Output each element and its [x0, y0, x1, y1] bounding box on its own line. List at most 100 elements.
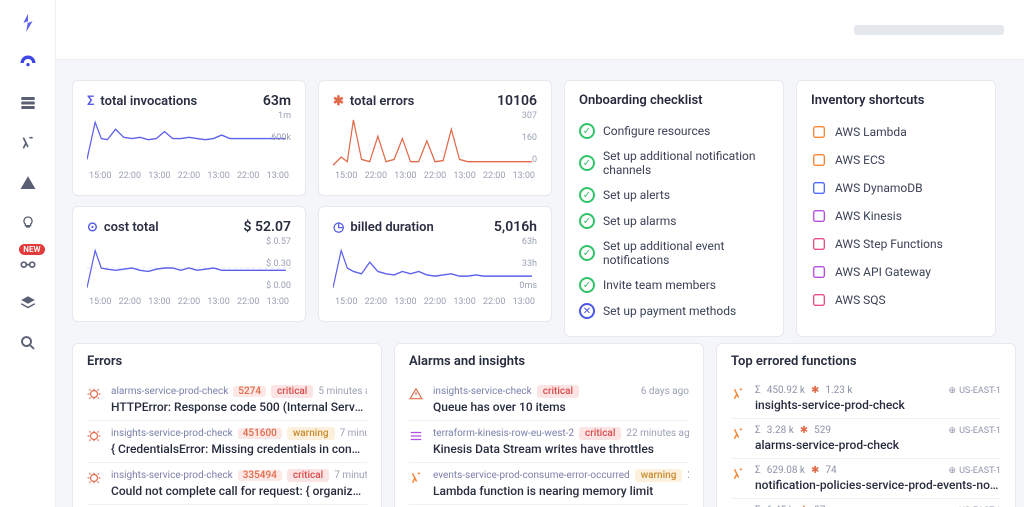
- error-time: 7 minutes ago: [340, 428, 367, 439]
- new-badge: NEW: [19, 244, 44, 255]
- alarm-item[interactable]: events-service-prod-consume-error-occurr…: [409, 462, 689, 504]
- func-stat2: 74: [825, 465, 836, 476]
- nav-search-icon[interactable]: [17, 332, 39, 354]
- alert-icon: [409, 387, 425, 401]
- alarm-item[interactable]: terraform-kinesis-row-eu-west-2critical2…: [409, 420, 689, 462]
- shortcut-item[interactable]: AWS Step Functions: [811, 230, 981, 258]
- shortcut-item[interactable]: AWS SQS: [811, 286, 981, 314]
- func-stat2: 1.23 k: [825, 385, 852, 396]
- check-icon: ✓: [579, 123, 595, 139]
- checklist-item[interactable]: ✓ Set up alerts: [579, 182, 769, 208]
- severity-badge: critical: [287, 469, 329, 482]
- checklist-item[interactable]: ✓ Set up additional event notifications: [579, 234, 769, 272]
- severity-badge: critical: [579, 427, 621, 440]
- metric-card-billed[interactable]: ◷billed duration 5,016h 63h33h0ms 15:002…: [318, 206, 552, 322]
- globe-icon: ⊕: [949, 426, 957, 436]
- check-icon: ✓: [579, 277, 595, 293]
- function-item[interactable]: Σ3.28 k✱529⊕ US-EAST-1 alarms-service-pr…: [731, 418, 1001, 458]
- nav-bulb-icon[interactable]: [17, 212, 39, 234]
- nav-layers-icon[interactable]: [17, 292, 39, 314]
- nav-alert-icon[interactable]: [17, 172, 39, 194]
- nav-servers-icon[interactable]: [17, 92, 39, 114]
- shortcut-label: AWS Kinesis: [835, 209, 902, 223]
- function-item[interactable]: Σ6.45 k✱27⊕ US-EAST-1 metrics-service-pr…: [731, 498, 1001, 507]
- shortcut-item[interactable]: AWS ECS: [811, 146, 981, 174]
- nav-lambda-icon[interactable]: [17, 132, 39, 154]
- metric-card-errors[interactable]: ✱total errors 10106 3071600 15:0022:0013…: [318, 80, 552, 196]
- check-icon: ✓: [579, 187, 595, 203]
- sparkline-invocations: [87, 113, 291, 171]
- error-item[interactable]: insights-service-prod-check335494critica…: [87, 462, 367, 504]
- checklist-label: Set up alerts: [603, 188, 670, 202]
- bug-icon: [87, 387, 103, 401]
- shortcut-label: AWS Step Functions: [835, 237, 943, 251]
- error-time: 7 minutes ago: [334, 470, 367, 481]
- checklist-label: Configure resources: [603, 124, 710, 138]
- metric-card-cost[interactable]: ⊙cost total $ 52.07 $ 0.57$ 0.30$ 0.00 1…: [72, 206, 306, 322]
- x-axis: 15:0022:0013:0022:0013:0022:0013:00: [333, 297, 537, 307]
- error-time: 5 minutes ago: [318, 386, 367, 397]
- nav-glasses-icon[interactable]: NEW: [17, 252, 39, 274]
- onboarding-checklist: Onboarding checklist ✓Configure resource…: [564, 80, 784, 337]
- region-tag: ⊕ US-EAST-1: [949, 466, 1001, 476]
- func-stat2: 529: [814, 425, 831, 436]
- metric-title: total errors: [350, 94, 414, 109]
- checklist-item[interactable]: ✕Set up payment methods: [579, 298, 769, 324]
- shortcut-label: AWS SQS: [835, 293, 886, 307]
- sidebar: NEW: [0, 0, 56, 507]
- metric-value: 10106: [497, 93, 537, 109]
- alarm-source: insights-service-check: [433, 386, 532, 397]
- bug-icon: ✱: [800, 425, 808, 436]
- function-item[interactable]: Σ450.92 k✱1.23 k⊕ US-EAST-1 insights-ser…: [731, 379, 1001, 418]
- sparkline-billed: [333, 239, 537, 297]
- inventory-shortcuts: Inventory shortcuts AWS LambdaAWS ECS AWS…: [796, 80, 996, 337]
- check-icon: ✓: [579, 245, 595, 261]
- checklist-label: Invite team members: [603, 278, 716, 292]
- shortcuts-title: Inventory shortcuts: [811, 93, 981, 108]
- topbar: [56, 0, 1024, 60]
- alarm-time: 6 days ago: [641, 386, 689, 397]
- checklist-item[interactable]: ✓ Configure resources: [579, 118, 769, 144]
- check-icon: ✓: [579, 155, 595, 171]
- severity-badge: critical: [537, 385, 579, 398]
- alarm-item[interactable]: insights-service-check critical 6 days ago…: [409, 379, 689, 420]
- globe-icon: ⊕: [949, 386, 957, 396]
- shortcut-label: AWS DynamoDB: [835, 181, 923, 195]
- panel-title: Alarms and insights: [409, 354, 689, 369]
- error-source: insights-service-prod-check: [111, 428, 233, 439]
- x-axis: 15:0022:0013:0022:0013:0022:0013:00: [333, 171, 537, 181]
- checklist-label: Set up additional notification channels: [603, 149, 769, 177]
- shortcut-item[interactable]: AWS API Gateway: [811, 258, 981, 286]
- metric-value: 63m: [263, 93, 291, 109]
- metric-value: 5,016h: [494, 219, 537, 235]
- x-axis: 15:0022:0013:0022:0013:0022:0013:00: [87, 297, 291, 307]
- checklist-label: Set up additional event notifications: [603, 239, 769, 267]
- checklist-item[interactable]: ✓ Invite team members: [579, 272, 769, 298]
- shortcut-item[interactable]: AWS Kinesis: [811, 202, 981, 230]
- checklist-item[interactable]: ✓ Set up additional notification channels: [579, 144, 769, 182]
- nav-dashboard-icon[interactable]: [17, 52, 39, 74]
- error-item[interactable]: alarms-service-prod-check5274critical5 m…: [87, 379, 367, 420]
- func-stat1: 629.08 k: [767, 465, 805, 476]
- severity-badge: warning: [635, 469, 683, 482]
- checklist-item[interactable]: ✓Set up alarms: [579, 208, 769, 234]
- shortcut-item[interactable]: AWS DynamoDB: [811, 174, 981, 202]
- bug-icon: [87, 471, 103, 485]
- alarm-title: Queue has over 10 items: [433, 400, 689, 414]
- func-stat1: 3.28 k: [767, 425, 794, 436]
- checklist-label: Set up alarms: [603, 214, 676, 228]
- sparkline-errors: [333, 113, 537, 171]
- topbar-placeholder: [854, 25, 1004, 35]
- error-source: alarms-service-prod-check: [111, 386, 228, 397]
- error-count: 335494: [238, 470, 282, 481]
- bug-icon: ✱: [811, 465, 819, 476]
- clock-icon: ◷: [333, 220, 344, 235]
- shortcut-item[interactable]: AWS Lambda: [811, 118, 981, 146]
- func-stat1: 450.92 k: [767, 385, 805, 396]
- panel-title: Errors: [87, 354, 367, 369]
- error-item[interactable]: insights-service-prod-check451600warning…: [87, 420, 367, 462]
- function-item[interactable]: Σ629.08 k✱74⊕ US-EAST-1 notification-pol…: [731, 458, 1001, 498]
- region-tag: ⊕ US-EAST-1: [949, 386, 1001, 396]
- alarm-source: events-service-prod-consume-error-occurr…: [433, 470, 630, 481]
- metric-card-invocations[interactable]: Σtotal invocations 63m 1m600k 15:0022:00…: [72, 80, 306, 196]
